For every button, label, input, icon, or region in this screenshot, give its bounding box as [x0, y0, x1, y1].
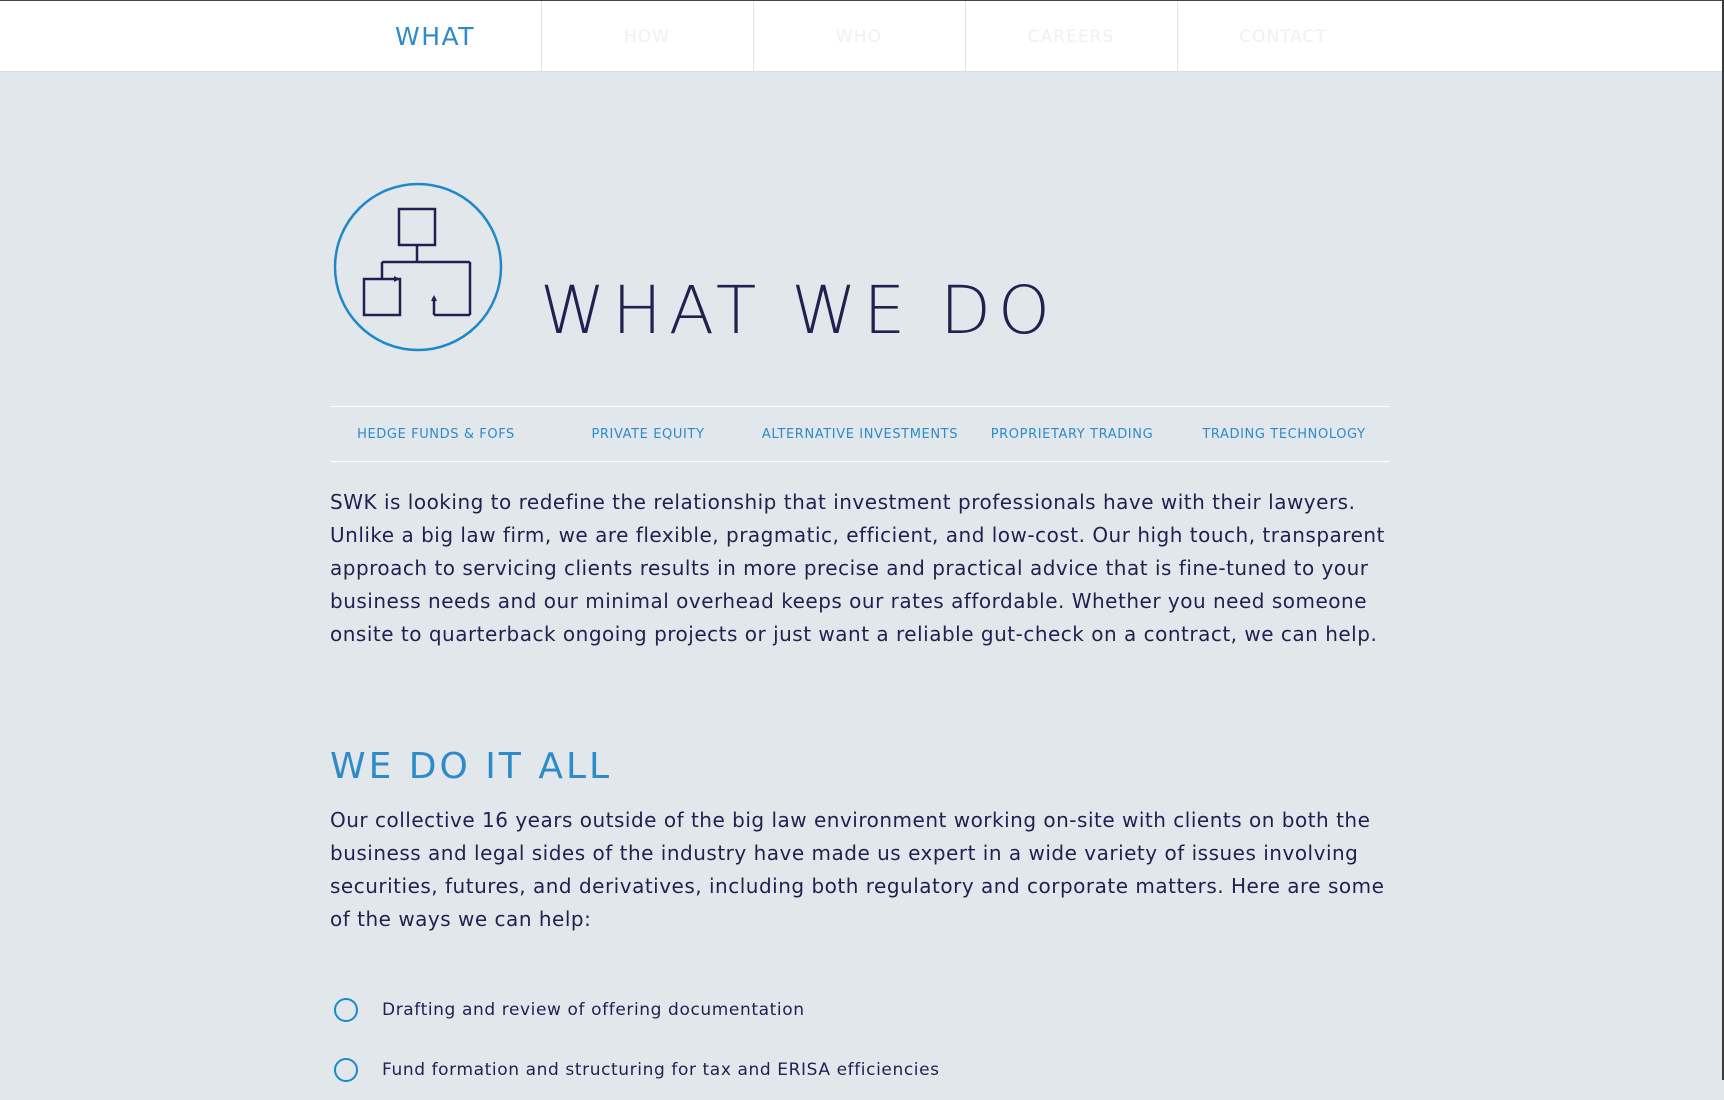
nav-item-how[interactable]: HOW [541, 1, 753, 72]
list-item-text: Drafting and review of offering document… [382, 1000, 805, 1020]
nav-item-what[interactable]: WHAT [329, 1, 541, 72]
tab-trading-technology[interactable]: TRADING TECHNOLOGY [1178, 407, 1390, 461]
section-heading: WE DO IT ALL [330, 746, 613, 787]
tab-private-equity[interactable]: PRIVATE EQUITY [542, 407, 754, 461]
page-title: WHAT WE DO [540, 272, 1057, 350]
circle-bullet-icon [334, 998, 358, 1022]
nav-item-careers[interactable]: CAREERS [965, 1, 1177, 72]
flowchart-icon [333, 182, 503, 352]
section-paragraph: Our collective 16 years outside of the b… [330, 808, 1385, 931]
nav-item-who[interactable]: WHO [753, 1, 965, 72]
tab-proprietary-trading[interactable]: PROPRIETARY TRADING [966, 407, 1178, 461]
list-item: Fund formation and structuring for tax a… [334, 1040, 940, 1100]
nav-item-contact[interactable]: CONTACT [1177, 1, 1389, 72]
tab-hedge-funds[interactable]: HEDGE FUNDS & FOFS [330, 407, 542, 461]
intro-paragraph: SWK is looking to redefine the relations… [330, 490, 1385, 646]
service-tabs: HEDGE FUNDS & FOFS PRIVATE EQUITY ALTERN… [330, 406, 1390, 462]
services-list: Drafting and review of offering document… [334, 980, 940, 1100]
circle-bullet-icon [334, 1058, 358, 1082]
tab-alternative-investments[interactable]: ALTERNATIVE INVESTMENTS [754, 407, 966, 461]
list-item: Drafting and review of offering document… [334, 980, 940, 1040]
top-navigation: WHAT HOW WHO CAREERS CONTACT [0, 0, 1724, 72]
list-item-text: Fund formation and structuring for tax a… [382, 1060, 940, 1080]
